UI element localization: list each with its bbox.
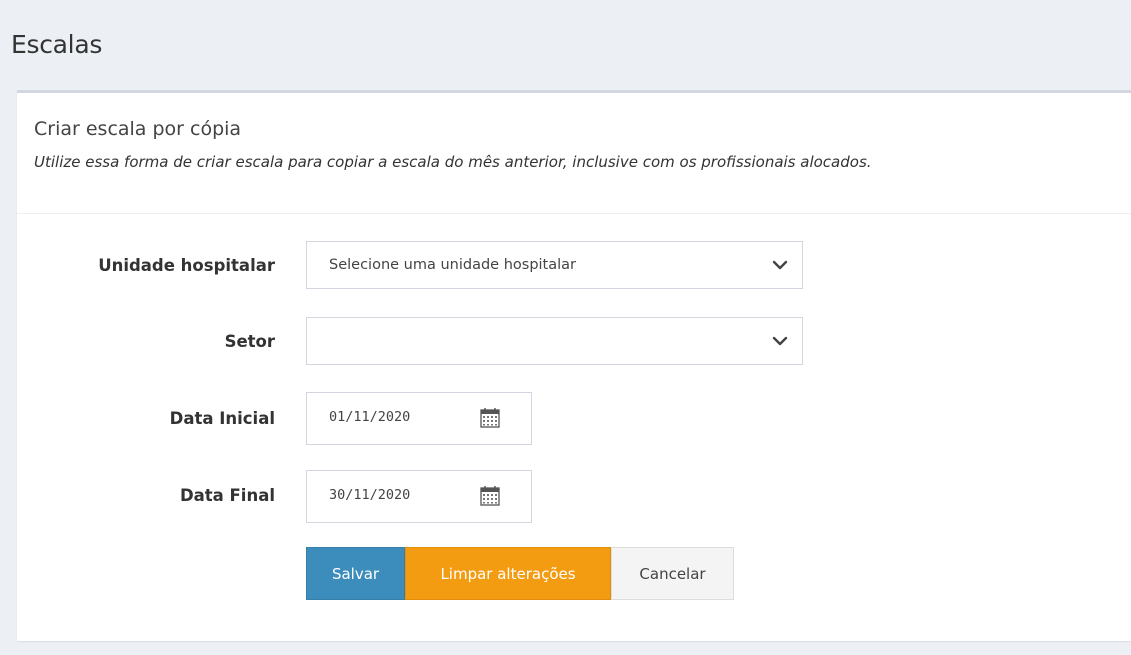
data-inicial-input[interactable]: 01/11/2020 — [306, 392, 532, 445]
data-final-input[interactable]: 30/11/2020 — [306, 470, 532, 523]
setor-select[interactable] — [306, 317, 803, 365]
box-subtitle: Utilize essa forma de criar escala para … — [34, 153, 872, 171]
box-title: Criar escala por cópia — [34, 118, 242, 140]
data-inicial-label: Data Inicial — [169, 409, 275, 428]
calendar-icon[interactable] — [479, 407, 501, 429]
chevron-down-icon — [772, 260, 788, 270]
cancel-button[interactable]: Cancelar — [611, 547, 734, 600]
data-final-value: 30/11/2020 — [329, 487, 411, 503]
form-box: Criar escala por cópia Utilize essa form… — [17, 90, 1131, 641]
data-final-label: Data Final — [179, 486, 275, 505]
unidade-hospitalar-select[interactable]: Selecione uma unidade hospitalar — [306, 241, 803, 289]
unidade-hospitalar-value: Selecione uma unidade hospitalar — [329, 257, 577, 273]
calendar-icon[interactable] — [479, 485, 501, 507]
unidade-hospitalar-label: Unidade hospitalar — [98, 256, 275, 275]
data-inicial-value: 01/11/2020 — [329, 409, 411, 425]
box-header: Criar escala por cópia Utilize essa form… — [17, 93, 1131, 214]
page: Escalas Criar escala por cópia Utilize e… — [0, 0, 1131, 655]
setor-label: Setor — [224, 332, 275, 351]
chevron-down-icon — [772, 336, 788, 346]
content-header: Escalas — [0, 0, 1131, 90]
save-button[interactable]: Salvar — [306, 547, 405, 600]
page-title: Escalas — [11, 30, 103, 59]
clear-changes-button[interactable]: Limpar alterações — [405, 547, 611, 600]
